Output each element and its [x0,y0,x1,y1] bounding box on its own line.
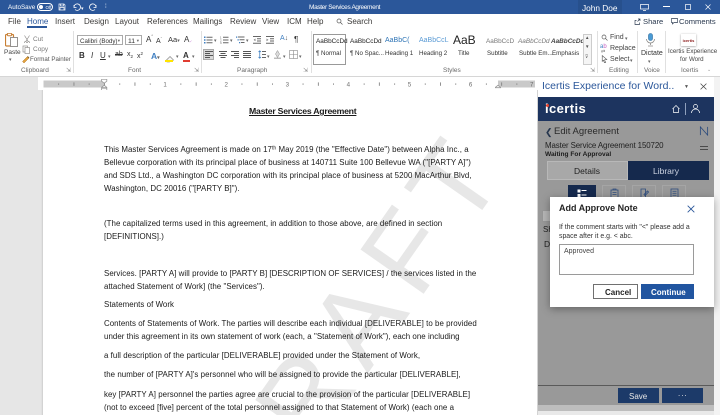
svg-text:6: 6 [469,82,473,89]
svg-text:3: 3 [286,82,290,89]
svg-text:1: 1 [220,36,222,40]
svg-text:7: 7 [530,82,534,89]
svg-text:2: 2 [224,82,228,89]
svg-text:4: 4 [347,82,351,89]
svg-text:1: 1 [163,82,167,89]
svg-text:5: 5 [408,82,412,89]
